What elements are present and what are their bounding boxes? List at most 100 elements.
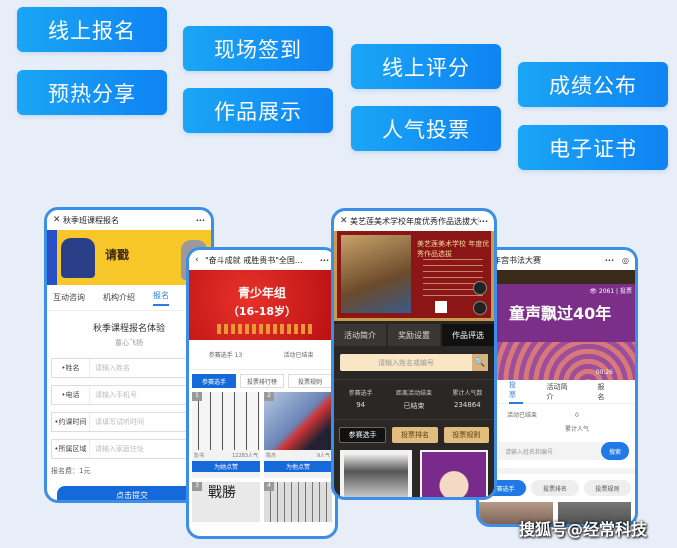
stat-participants: 参赛选手 94	[334, 388, 387, 411]
banner-image: 青少年组 （16-18岁）	[189, 270, 335, 340]
work-card[interactable]: 3 戰勝	[192, 482, 260, 522]
stat-value: 94	[356, 401, 366, 409]
stats-row: 参赛选手 94 距离活动结束 已结束 累计人气数 234864	[334, 379, 494, 420]
phone-works-display-screen: ‹ "奋斗成就 戒胜贵书"全国... ··· 青少年组 （16-18岁） 参赛选…	[186, 247, 338, 539]
ranking-button[interactable]: 投票排名	[392, 427, 438, 443]
participants-button[interactable]: 参赛选手	[192, 374, 236, 388]
more-icon[interactable]: ···	[320, 256, 329, 265]
work-card[interactable]: 2 陈杰 9人气 为他点赞	[264, 392, 332, 478]
field-placeholder: 请输入手机号	[95, 391, 137, 399]
work-votes: 12283人气	[232, 453, 258, 459]
stat-value: 已结束	[403, 402, 425, 410]
feature-preheat-share[interactable]: 预热分享	[17, 70, 167, 115]
button-row: 参赛选手 投票排名 投票规则	[479, 468, 635, 502]
activity-status: 活动已结束	[507, 412, 538, 419]
more-icon[interactable]: ···	[605, 256, 614, 265]
popularity-value: 0	[575, 412, 579, 419]
phone-selection-contest-screen: ✕ 美艺莲美术学校年度优秀作品选拔大赛 ··· 美艺莲美术学校 年度优秀作品选拔…	[331, 208, 497, 500]
search-icon[interactable]: 🔍	[472, 354, 488, 371]
close-icon[interactable]: ✕	[340, 216, 350, 226]
stat-label: 距离活动结束	[395, 390, 432, 397]
tab-consult[interactable]: 互动咨询	[53, 292, 85, 303]
banner-top	[479, 270, 635, 284]
tab-bar: 活动简介 奖励设置 作品评选	[334, 324, 494, 346]
participants-button[interactable]: 参赛选手	[339, 427, 387, 443]
feature-e-certificate[interactable]: 电子证书	[518, 125, 668, 170]
phone-field[interactable]: •电话 请输入手机号	[51, 385, 207, 405]
search-bar[interactable]: 请输入姓名和编号 搜索	[479, 442, 629, 460]
work-number: 4	[264, 482, 274, 491]
target-icon[interactable]: ◎	[622, 256, 629, 265]
tab-intro[interactable]: 活动简介	[334, 324, 386, 346]
area-field[interactable]: •所属区域 请输入家庭住址	[51, 439, 207, 459]
feature-online-registration[interactable]: 线上报名	[17, 7, 167, 52]
feature-onsite-checkin[interactable]: 现场签到	[183, 26, 333, 71]
feature-popularity-vote[interactable]: 人气投票	[351, 106, 501, 151]
banner-subtitle: （16-18岁）	[227, 305, 297, 318]
time-field[interactable]: •约课时间 请填写试听时间	[51, 412, 207, 432]
banner-skyline	[217, 324, 313, 334]
tab-intro[interactable]: 活动简介	[547, 382, 574, 402]
more-icon[interactable]: ···	[479, 217, 488, 226]
video-banner[interactable]: 👁 2061 | 投票 童声飘过40年 00:26	[479, 270, 635, 380]
rules-button[interactable]: 投票规则	[288, 374, 332, 388]
more-icon[interactable]: ···	[196, 216, 205, 225]
work-image[interactable]	[420, 450, 488, 497]
page-title: 美艺莲美术学校年度优秀作品选拔大赛	[350, 216, 479, 226]
phone-calligraphy-contest-screen: 少年宫书法大赛 ··· ◎ 👁 2061 | 投票 童声飘过40年 00:26 …	[476, 247, 638, 527]
home-icon[interactable]	[473, 281, 487, 295]
registration-fee: 报名费：1元	[51, 467, 91, 475]
feature-online-scoring[interactable]: 线上评分	[351, 44, 501, 89]
title-bar: 少年宫书法大赛 ··· ◎	[479, 250, 635, 270]
stat-value: 234864	[453, 401, 481, 409]
field-label: •所属区域	[52, 440, 90, 458]
work-card[interactable]: 1 彭书 12283人气 为她点赞	[192, 392, 260, 478]
stat-countdown: 距离活动结束 已结束	[387, 388, 440, 411]
name-field[interactable]: •姓名 请输入姓名	[51, 358, 207, 378]
tab-awards[interactable]: 奖励设置	[388, 324, 440, 346]
rules-button[interactable]: 投票规则	[583, 480, 631, 496]
tab-works-selection[interactable]: 作品评选	[442, 324, 494, 346]
search-button[interactable]: 搜索	[601, 442, 629, 460]
banner-title: 童声飘过40年	[509, 304, 612, 323]
banner-heading: 美艺莲美术学校 年度优秀作品选拔	[417, 240, 490, 258]
work-card[interactable]: 4	[264, 482, 332, 522]
field-placeholder: 请输入姓名	[95, 364, 130, 372]
button-row: 参赛选手 投票排行榜 投票规则	[189, 370, 335, 392]
stat-label: 参赛选手	[348, 390, 373, 397]
feature-results-announce[interactable]: 成绩公布	[518, 62, 668, 107]
search-bar[interactable]: 请输入姓名或编号 🔍	[340, 354, 488, 371]
work-number: 2	[264, 392, 274, 401]
title-bar: ‹ "奋斗成就 戒胜贵书"全国... ···	[189, 250, 335, 270]
work-number: 3	[192, 482, 202, 491]
tab-about[interactable]: 机构介绍	[103, 292, 135, 303]
tab-register[interactable]: 报名	[153, 290, 169, 306]
work-meta: 陈杰 9人气	[264, 450, 332, 461]
work-author: 陈杰	[266, 453, 277, 459]
submit-button[interactable]: 点击提交	[57, 486, 207, 500]
search-input[interactable]: 请输入姓名和编号	[479, 442, 601, 460]
back-icon[interactable]: ‹	[195, 255, 205, 265]
vote-button[interactable]: 为她点赞	[192, 461, 260, 472]
tab-register[interactable]: 报名	[598, 382, 612, 402]
view-count: 👁 2061 | 投票	[589, 288, 632, 295]
user-icon[interactable]	[473, 301, 487, 315]
work-meta: 彭书 12283人气	[192, 450, 260, 461]
title-bar: ✕ 美艺莲美术学校年度优秀作品选拔大赛 ···	[334, 211, 494, 231]
search-input[interactable]: 请输入姓名或编号	[340, 358, 472, 368]
vote-button[interactable]: 为他点赞	[264, 461, 332, 472]
tab-vote[interactable]: 投票	[509, 380, 523, 404]
watermark: 搜狐号@经常科技	[518, 520, 647, 539]
participants-count: 参赛选手 13	[208, 352, 243, 359]
ranking-button[interactable]: 投票排行榜	[240, 374, 284, 388]
banner-poster: 美艺莲美术学校 年度优秀作品选拔	[334, 231, 494, 321]
close-icon[interactable]: ✕	[53, 215, 63, 225]
popularity-label: 累计人气	[565, 426, 590, 433]
works-grid	[334, 450, 494, 497]
activity-status: 活动已结束	[283, 352, 314, 359]
work-image[interactable]	[340, 450, 412, 497]
ranking-button[interactable]: 投票排名	[531, 480, 579, 496]
feature-works-display[interactable]: 作品展示	[183, 88, 333, 133]
rules-button[interactable]: 投票规则	[443, 427, 489, 443]
field-placeholder: 请填写试听时间	[95, 418, 144, 426]
